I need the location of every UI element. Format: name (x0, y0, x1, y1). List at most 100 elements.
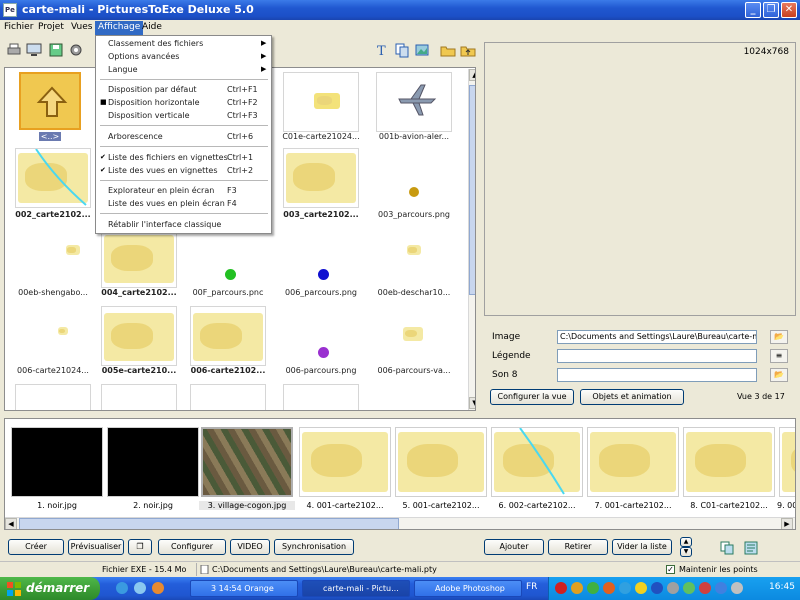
file-thumb[interactable] (283, 306, 359, 366)
slide-thumb[interactable] (395, 427, 487, 497)
scroll-right-button[interactable]: ▶ (781, 518, 793, 529)
browse-sound-button[interactable]: 📂 (770, 368, 788, 382)
scroll-down-button[interactable]: ▼ (469, 397, 475, 409)
connection-icon[interactable] (683, 582, 695, 594)
image-icon[interactable] (414, 42, 430, 58)
menu-item-options-avancees[interactable]: Options avancées (108, 52, 179, 61)
slide-thumb[interactable] (491, 427, 583, 497)
task-orange[interactable]: 3 14:54 Orange (190, 580, 298, 597)
file-thumb[interactable] (101, 228, 177, 288)
file-thumb[interactable] (376, 306, 452, 366)
menu-item-langue[interactable]: Langue (108, 65, 138, 74)
slide-thumb[interactable] (299, 427, 391, 497)
messenger-icon[interactable] (619, 582, 631, 594)
menu-item-arborescence[interactable]: Arborescence (108, 132, 163, 141)
file-thumb[interactable] (283, 72, 359, 132)
menu-vues[interactable]: Vues (71, 22, 92, 32)
legend-field[interactable] (557, 349, 757, 363)
maximize-button[interactable]: ❐ (763, 2, 779, 18)
slide-list-scrollbar[interactable]: ◀ ▶ (5, 517, 795, 529)
menu-projet[interactable]: Projet (38, 22, 64, 32)
copy-icon[interactable] (394, 42, 410, 58)
configure-button[interactable]: Configurer (158, 539, 226, 555)
antivirus-icon[interactable] (555, 582, 567, 594)
file-thumb[interactable] (283, 228, 359, 288)
file-thumb[interactable] (101, 306, 177, 366)
preview-button[interactable]: Prévisualiser (68, 539, 124, 555)
save-icon[interactable] (48, 42, 64, 58)
menu-item-fichiers-vignettes[interactable]: Liste des fichiers en vignettes (108, 153, 228, 162)
folder-up-icon[interactable] (460, 42, 476, 58)
file-thumb[interactable] (376, 72, 452, 132)
add-button[interactable]: Ajouter (484, 539, 544, 555)
move-down-button[interactable]: ▼ (680, 547, 692, 557)
slide-thumb[interactable] (587, 427, 679, 497)
menu-aide[interactable]: Aide (142, 22, 162, 32)
file-browser-scrollbar[interactable]: ▲ ▼ (468, 69, 475, 410)
move-up-button[interactable]: ▲ (680, 537, 692, 547)
sound-field[interactable] (557, 368, 757, 382)
file-thumb[interactable] (101, 384, 177, 410)
menu-item-disposition-horizontale[interactable]: Disposition horizontale (108, 98, 200, 107)
task-photoshop[interactable]: Adobe Photoshop (414, 580, 522, 597)
file-thumb[interactable] (15, 306, 91, 366)
update-icon[interactable] (603, 582, 615, 594)
media-icon[interactable] (152, 582, 164, 594)
print-icon[interactable] (6, 42, 22, 58)
browse-image-button[interactable]: 📂 (770, 330, 788, 344)
file-thumb[interactable] (15, 148, 91, 208)
close-button[interactable]: ✕ (781, 2, 797, 18)
menu-item-vues-vignettes[interactable]: Liste des vues en vignettes (108, 166, 218, 175)
file-thumb[interactable] (15, 384, 91, 410)
minimize-button[interactable]: _ (745, 2, 761, 18)
sync-icon[interactable] (715, 582, 727, 594)
security-icon[interactable] (699, 582, 711, 594)
window-icon-button[interactable]: ❐ (128, 539, 152, 555)
file-thumb[interactable] (15, 228, 91, 288)
menu-fichier[interactable]: Fichier (4, 22, 33, 32)
parent-folder-thumb[interactable] (19, 72, 81, 130)
slide-list[interactable]: 1. noir.jpg 2. noir.jpg 3. village-cogon… (4, 418, 796, 530)
menu-item-disposition-verticale[interactable]: Disposition verticale (108, 111, 190, 120)
sync-button[interactable]: Synchronisation (274, 539, 354, 555)
text-icon[interactable]: T (374, 42, 390, 58)
menu-item-interface-classique[interactable]: Rétablir l'interface classique (108, 220, 221, 229)
warning-icon[interactable] (635, 582, 647, 594)
slide-thumb[interactable] (11, 427, 103, 497)
slide-thumb-selected[interactable] (201, 427, 293, 497)
menu-item-disposition-defaut[interactable]: Disposition par défaut (108, 85, 197, 94)
video-button[interactable]: VIDEO (230, 539, 270, 555)
create-button[interactable]: Créer (8, 539, 64, 555)
file-thumb[interactable] (283, 384, 359, 410)
menu-item-vues-plein-ecran[interactable]: Liste des vues en plein écran (108, 199, 225, 208)
printer-icon[interactable] (667, 582, 679, 594)
slide-thumb[interactable] (683, 427, 775, 497)
file-thumb[interactable] (376, 148, 452, 208)
alert-icon[interactable] (571, 582, 583, 594)
remove-button[interactable]: Retirer (548, 539, 608, 555)
file-thumb[interactable] (376, 228, 452, 288)
file-thumb[interactable] (283, 148, 359, 208)
language-indicator[interactable]: FR (526, 582, 537, 592)
image-field[interactable]: C:\Documents and Settings\Laure\Bureau\c… (557, 330, 757, 344)
scroll-left-button[interactable]: ◀ (5, 518, 17, 529)
slide-thumb[interactable] (779, 427, 795, 497)
monitor-icon[interactable] (26, 42, 42, 58)
file-thumb[interactable] (190, 228, 266, 288)
bluetooth-icon[interactable] (651, 582, 663, 594)
settings-icon[interactable] (68, 42, 84, 58)
menu-item-classement[interactable]: Classement des fichiers (108, 39, 203, 48)
browser-icon[interactable] (116, 582, 128, 594)
objects-animation-button[interactable]: Objets et animation (580, 389, 684, 405)
slide-properties-icon[interactable] (744, 541, 758, 555)
keep-points-checkbox[interactable]: ✓ (666, 565, 675, 574)
task-picturestoexe[interactable]: carte-mali - Pictu... (302, 580, 410, 597)
desktop-icon[interactable] (134, 582, 146, 594)
file-thumb[interactable] (190, 384, 266, 410)
file-thumb[interactable] (190, 306, 266, 366)
volume-icon[interactable] (731, 582, 743, 594)
copy-slide-icon[interactable] (720, 541, 734, 555)
network-icon[interactable] (587, 582, 599, 594)
menu-item-explorateur-plein-ecran[interactable]: Explorateur en plein écran (108, 186, 214, 195)
slide-thumb[interactable] (107, 427, 199, 497)
